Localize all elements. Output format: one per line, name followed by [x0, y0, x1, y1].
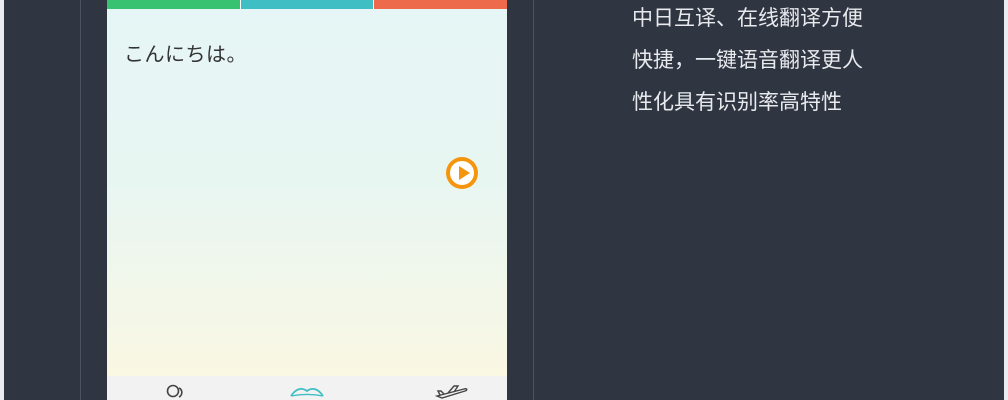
frame-edge-left	[0, 0, 4, 400]
tab-red[interactable]	[374, 0, 507, 9]
nav-lips[interactable]	[277, 376, 337, 400]
nav-airplane[interactable]	[422, 376, 482, 400]
frame-edge-right	[1004, 0, 1008, 400]
feature-description: 中日互译、在线翻译方便 快捷，一键语音翻译更人 性化具有识别率高特性	[632, 0, 932, 123]
description-line: 性化具有识别率高特性	[632, 90, 842, 114]
description-line: 中日互译、在线翻译方便	[632, 6, 863, 30]
tab-teal[interactable]	[240, 0, 374, 9]
play-button[interactable]	[446, 157, 478, 189]
divider-left	[80, 0, 81, 400]
divider-right	[533, 0, 534, 400]
nav-people[interactable]	[147, 376, 207, 400]
airplane-icon	[434, 385, 468, 399]
page: こんにちは。 中日互译、在线翻译方便 快捷，一键语音翻译更人 性化具有识别率高特…	[0, 0, 1008, 400]
phone-screen: こんにちは。	[107, 0, 507, 400]
play-triangle	[459, 166, 470, 180]
people-icon	[166, 384, 183, 398]
translated-text: こんにちは。	[124, 42, 247, 66]
tab-green[interactable]	[107, 0, 240, 9]
lips-icon	[290, 387, 324, 397]
description-line: 快捷，一键语音翻译更人	[632, 48, 863, 72]
language-tab-bar	[107, 0, 507, 9]
bottom-nav	[107, 376, 507, 400]
